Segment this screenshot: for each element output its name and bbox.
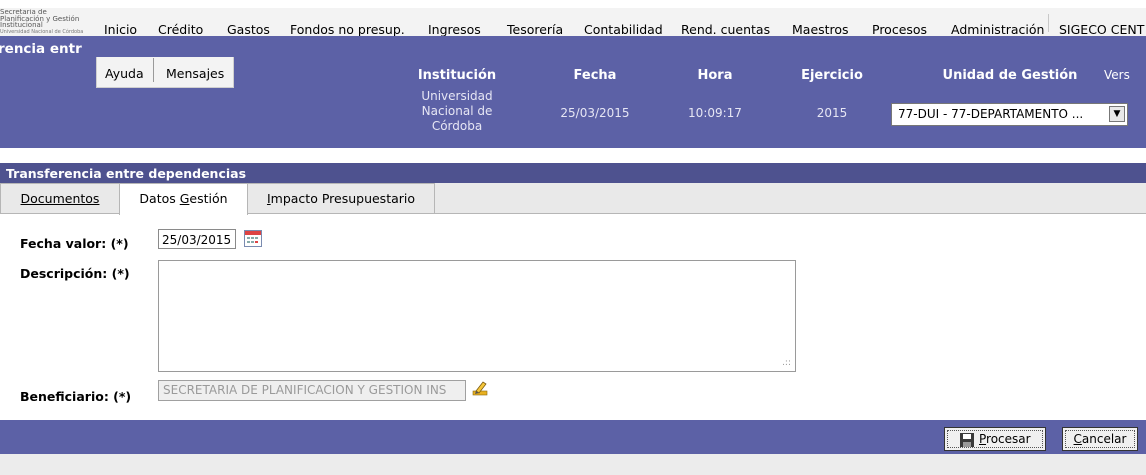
menu-separator (1048, 14, 1049, 32)
cancelar-button[interactable]: Cancelar (1062, 427, 1138, 451)
version-label: Vers (1104, 68, 1130, 82)
beneficiario-input: SECRETARIA DE PLANIFICACION Y GESTION IN… (158, 380, 466, 401)
unidad-gestion-label: Unidad de Gestión (942, 68, 1078, 83)
unidad-gestion-select[interactable]: 77-DUI - 77-DEPARTAMENTO ... ▼ (891, 103, 1128, 126)
unidad-gestion-value: 77-DUI - 77-DEPARTAMENTO ... (898, 107, 1084, 121)
menu-administracion[interactable]: Administración (951, 22, 1044, 37)
menu-procesos[interactable]: Procesos (872, 22, 927, 37)
menu-gastos[interactable]: Gastos (227, 22, 270, 37)
tab-impacto-presupuestario[interactable]: Impacto Presupuestario (247, 183, 435, 213)
page-title: rencia entr (0, 41, 82, 57)
menu-contabilidad[interactable]: Contabilidad (584, 22, 663, 37)
menu-sigeco-cent[interactable]: SIGECO CENT (1059, 22, 1144, 37)
descripcion-label: Descripción: (*) (20, 266, 130, 281)
ejercicio-label: Ejercicio (801, 68, 863, 83)
save-disk-icon (960, 433, 974, 447)
logo: Secretaría de Planificación y Gestión In… (0, 9, 84, 35)
fecha-label: Fecha (573, 68, 617, 83)
pencil-edit-icon[interactable] (472, 380, 488, 396)
beneficiario-label: Beneficiario: (*) (20, 389, 132, 404)
resize-grip-icon[interactable]: .:: (782, 358, 791, 368)
institucion-label: Institución (417, 68, 497, 83)
calendar-icon[interactable] (244, 230, 262, 247)
fecha-valor-input[interactable]: 25/03/2015 (158, 229, 236, 249)
menu-tesoreria[interactable]: Tesorería (507, 22, 563, 37)
tab-datos-gestion[interactable]: Datos Gestión (119, 183, 248, 215)
menu-maestros[interactable]: Maestros (792, 22, 849, 37)
section-title: Transferencia entre dependencias (6, 166, 247, 181)
chevron-down-icon[interactable]: ▼ (1109, 106, 1125, 122)
fecha-valor-label: Fecha valor: (*) (20, 236, 129, 251)
header-band (0, 36, 1146, 148)
submenu-ayuda[interactable]: Ayuda (105, 66, 144, 81)
fecha-value: 25/03/2015 (560, 106, 630, 120)
submenu-separator (153, 58, 154, 82)
hora-value: 10:09:17 (688, 106, 742, 120)
ejercicio-value: 2015 (816, 106, 848, 120)
submenu-mensajes[interactable]: Mensajes (166, 66, 224, 81)
menu-inicio[interactable]: Inicio (104, 22, 137, 37)
hora-label: Hora (697, 68, 733, 83)
descripcion-textarea[interactable]: .:: (158, 260, 796, 372)
menu-credito[interactable]: Crédito (158, 22, 203, 37)
institucion-value: Universidad Nacional de Córdoba (421, 89, 493, 133)
tab-documentos[interactable]: Documentos (0, 183, 120, 213)
footer-bottom (0, 454, 1146, 475)
menu-rend-cuentas[interactable]: Rend. cuentas (681, 22, 770, 37)
menu-fondos-no-presup[interactable]: Fondos no presup. (290, 22, 405, 37)
menu-ingresos[interactable]: Ingresos (428, 22, 481, 37)
procesar-button[interactable]: Procesar (944, 427, 1046, 451)
